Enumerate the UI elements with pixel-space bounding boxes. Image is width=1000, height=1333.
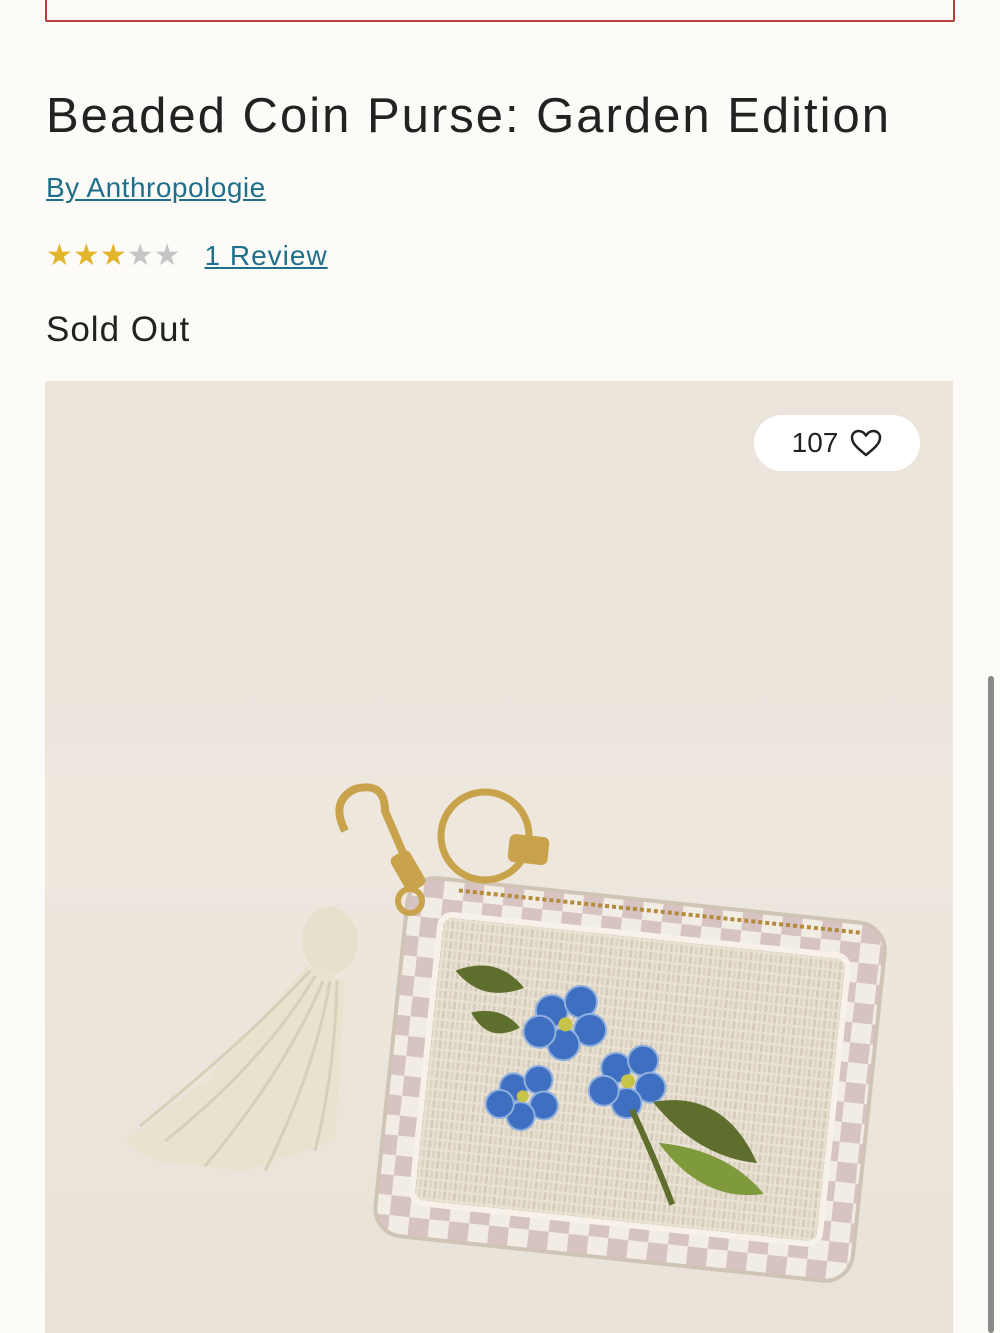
favorite-button[interactable]: 107	[754, 415, 920, 471]
beaded-coin-purse-photo	[125, 783, 887, 1283]
product-title: Beaded Coin Purse: Garden Edition	[46, 89, 892, 143]
star-empty-icon: ★	[153, 239, 181, 272]
star-filled-icon: ★	[72, 239, 100, 272]
reviews-link[interactable]: 1 Review	[205, 240, 328, 272]
star-empty-icon: ★	[126, 239, 154, 272]
favorites-count: 107	[791, 427, 839, 458]
rating-row: ★ ★ ★ ★ ★ 1 Review	[46, 236, 328, 276]
star-filled-icon: ★	[99, 239, 127, 272]
product-image[interactable]: 107	[45, 381, 953, 1333]
scrollbar[interactable]	[988, 676, 994, 1333]
availability-status: Sold Out	[46, 310, 191, 349]
star-rating[interactable]: ★ ★ ★ ★ ★	[46, 236, 181, 276]
top-outlined-box[interactable]	[45, 0, 955, 22]
heart-icon	[851, 429, 882, 457]
brand-link[interactable]: By Anthropologie	[46, 172, 266, 204]
star-filled-icon: ★	[46, 239, 73, 272]
